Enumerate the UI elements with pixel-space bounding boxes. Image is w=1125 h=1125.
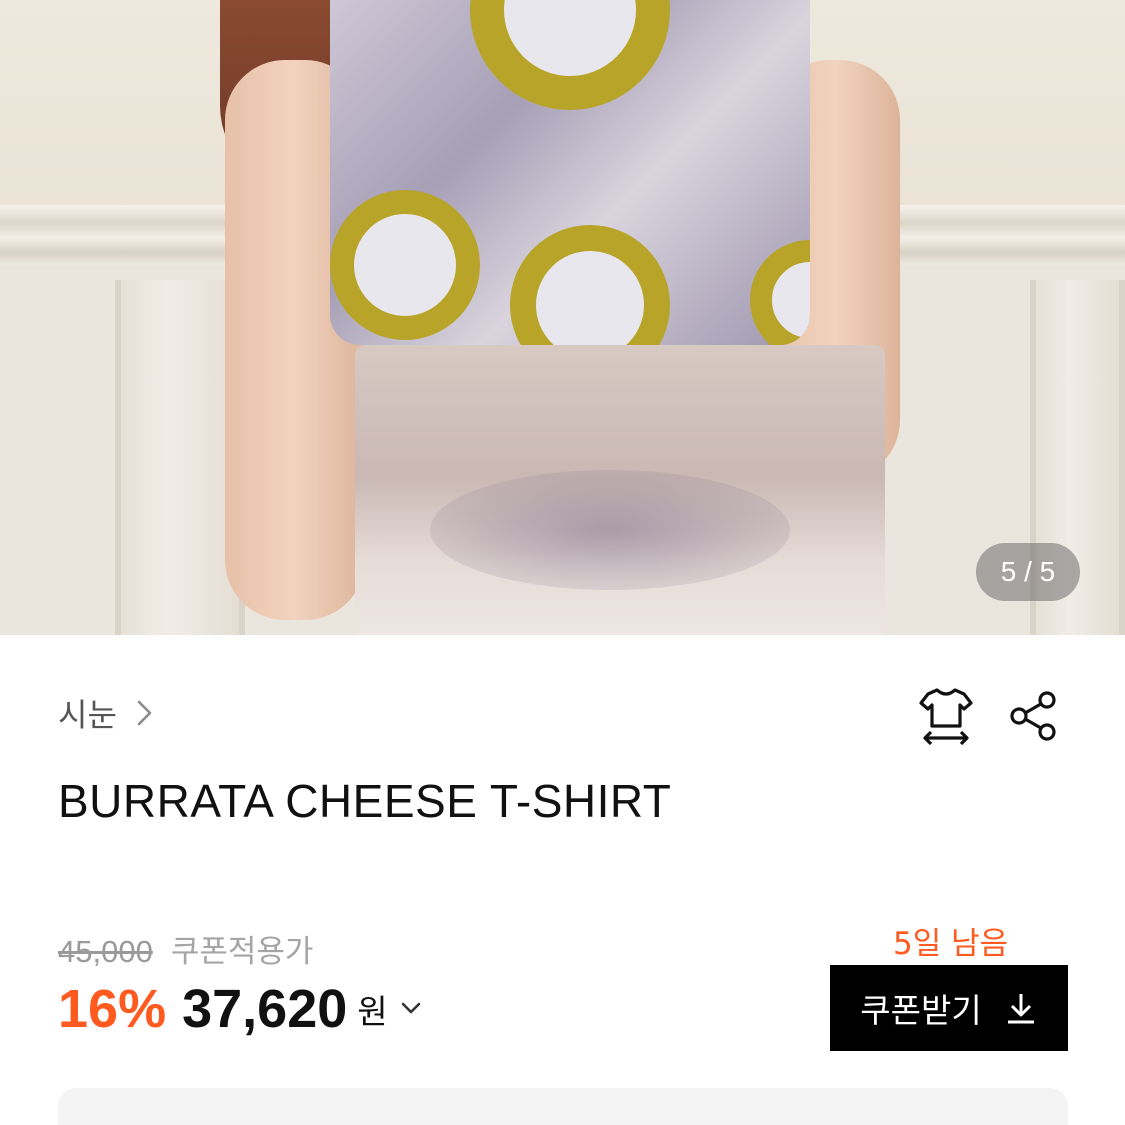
download-icon: [1007, 994, 1034, 1024]
shirt-print-ring: [750, 240, 810, 345]
brand-name: 시눈: [58, 696, 117, 734]
photo-shirt: [330, 0, 810, 345]
coupon-days-left: 5일 남음: [893, 926, 1009, 962]
original-price: 45,000: [58, 934, 153, 969]
info-card: [58, 1088, 1068, 1125]
product-title: BURRATA CHEESE T-SHIRT: [58, 775, 672, 827]
share-icon: [1010, 691, 1056, 741]
get-coupon-label: 쿠폰받기: [860, 991, 982, 1030]
product-image[interactable]: 5 / 5: [0, 0, 1125, 635]
photo-skirt-shade: [430, 470, 790, 590]
tshirt-size-icon: [919, 688, 973, 746]
shirt-print-ring: [330, 190, 480, 340]
chevron-down-icon[interactable]: [398, 999, 424, 1019]
shirt-print-ring: [510, 225, 670, 345]
image-counter: 5 / 5: [976, 543, 1080, 601]
discount-rate: 16%: [58, 979, 167, 1039]
size-guide-button[interactable]: [916, 686, 976, 746]
shirt-print-ring: [470, 0, 670, 110]
price-row[interactable]: 16% 37,620 원: [58, 978, 424, 1040]
get-coupon-button[interactable]: 쿠폰받기: [830, 965, 1068, 1051]
sale-price: 37,620: [182, 979, 348, 1039]
original-price-row: 45,000 쿠폰적용가: [58, 926, 313, 971]
currency-unit: 원: [357, 992, 388, 1031]
share-button[interactable]: [1003, 686, 1063, 746]
chevron-right-icon: [137, 700, 152, 726]
coupon-price-label: 쿠폰적용가: [170, 934, 314, 970]
brand-link[interactable]: 시눈: [58, 690, 157, 736]
